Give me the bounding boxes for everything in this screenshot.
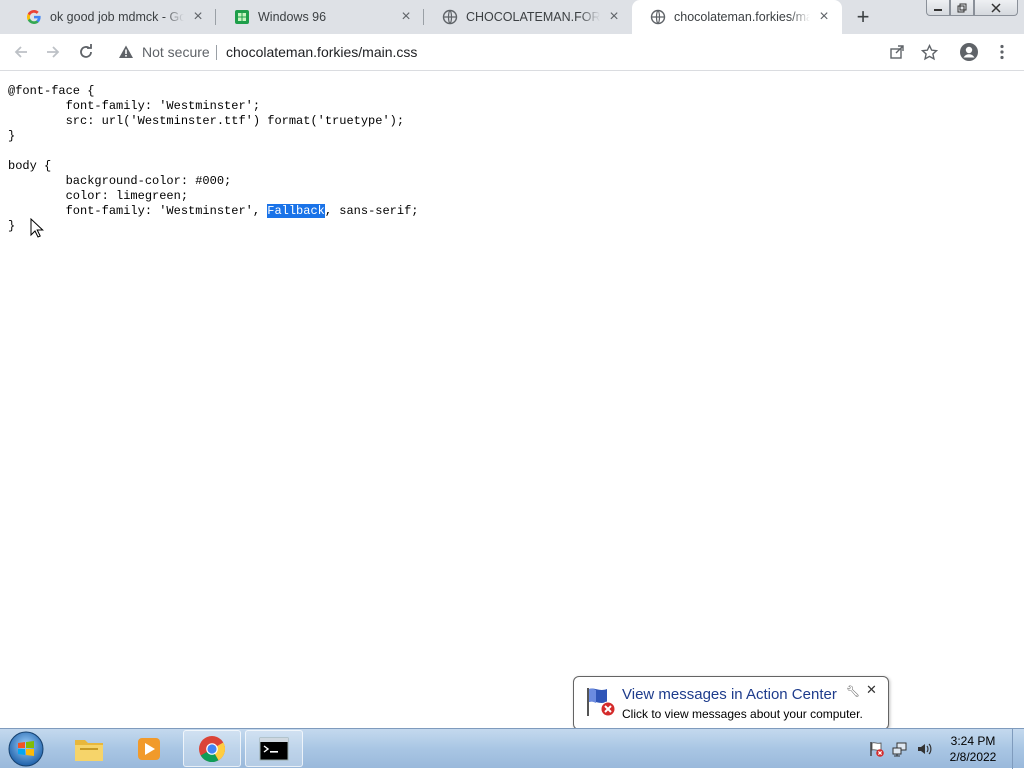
back-button[interactable] <box>8 39 34 65</box>
tab-close-icon[interactable]: × <box>816 8 832 25</box>
security-indicator[interactable]: Not secure <box>118 37 210 67</box>
show-desktop-button[interactable] <box>1012 729 1024 769</box>
tab-title: chocolateman.forkies/main <box>674 10 810 24</box>
page-content: @font-face { font-family: 'Westminster';… <box>0 71 1024 728</box>
restore-icon[interactable] <box>950 0 974 16</box>
taskbar-command-prompt[interactable] <box>245 730 303 767</box>
tab-title: ok good job mdmck - Goo <box>50 10 184 24</box>
tab-google[interactable]: ok good job mdmck - Goo × <box>8 0 216 34</box>
url-text[interactable]: chocolateman.forkies/main.css <box>226 37 417 67</box>
mouse-pointer-icon <box>30 218 44 238</box>
taskbar: 3:24 PM 2/8/2022 <box>0 728 1024 769</box>
balloon-close-icon[interactable]: ✕ <box>866 682 877 698</box>
system-tray <box>866 729 936 769</box>
tab-main-css[interactable]: chocolateman.forkies/main × <box>632 0 842 34</box>
css-source: @font-face { font-family: 'Westminster';… <box>8 84 418 234</box>
tab-chocolateman[interactable]: CHOCOLATEMAN.FORKIES × <box>424 0 632 34</box>
clock-time: 3:24 PM <box>950 734 996 748</box>
windows96-icon <box>234 9 250 25</box>
globe-icon <box>650 9 666 25</box>
window-controls <box>926 0 1018 16</box>
start-button[interactable] <box>6 730 46 768</box>
volume-icon[interactable] <box>912 741 936 757</box>
menu-dots-icon[interactable] <box>989 39 1015 65</box>
folder-icon <box>75 739 103 761</box>
clock-date: 2/8/2022 <box>949 750 997 764</box>
action-center-flag-tray-icon[interactable] <box>866 741 888 757</box>
chrome-icon <box>199 735 226 762</box>
arrow-right-icon <box>47 46 60 58</box>
tab-close-icon[interactable]: × <box>398 8 414 25</box>
tab-strip: ok good job mdmck - Goo × Windows 96 × C… <box>0 0 1024 34</box>
wrench-icon[interactable]: 🔧︎ <box>846 685 860 698</box>
security-label: Not secure <box>142 44 210 60</box>
windows-orb-icon <box>8 731 44 767</box>
balloon-text: Click to view messages about your comput… <box>622 707 863 721</box>
address-bar[interactable]: Not secure chocolateman.forkies/main.css <box>112 37 942 67</box>
minimize-icon[interactable] <box>926 0 950 16</box>
new-tab-button[interactable]: + <box>850 4 876 30</box>
bookmark-star-icon[interactable] <box>916 39 942 65</box>
reload-icon <box>80 44 92 58</box>
taskbar-chrome[interactable] <box>183 730 241 767</box>
action-center-balloon[interactable]: View messages in Action Center Click to … <box>573 676 889 730</box>
profile-avatar-icon[interactable] <box>956 39 982 65</box>
command-prompt-icon <box>259 737 289 760</box>
reload-button[interactable] <box>73 39 99 65</box>
tab-close-icon[interactable]: × <box>606 8 622 25</box>
tab-title: CHOCOLATEMAN.FORKIES <box>466 10 600 24</box>
tab-title: Windows 96 <box>258 10 327 24</box>
google-g-icon <box>26 9 42 25</box>
warning-triangle-icon <box>119 45 133 58</box>
code-before-selection: @font-face { font-family: 'Westminster';… <box>8 84 405 218</box>
arrow-left-icon <box>14 46 27 58</box>
action-center-flag-icon <box>587 688 616 717</box>
globe-icon <box>442 9 458 25</box>
tab-close-icon[interactable]: × <box>190 8 206 25</box>
taskbar-clock[interactable]: 3:24 PM 2/8/2022 <box>944 733 1002 765</box>
taskbar-media-player[interactable] <box>120 730 178 767</box>
tab-windows96[interactable]: Windows 96 × <box>216 0 424 34</box>
forward-button[interactable] <box>40 39 66 65</box>
media-player-icon <box>138 737 160 760</box>
taskbar-file-explorer[interactable] <box>60 730 118 767</box>
network-icon[interactable] <box>888 741 912 757</box>
selected-text: Fallback <box>267 204 325 218</box>
share-icon[interactable] <box>884 39 910 65</box>
browser-toolbar: Not secure chocolateman.forkies/main.css <box>0 34 1024 71</box>
close-window-icon[interactable] <box>974 0 1018 16</box>
balloon-title[interactable]: View messages in Action Center <box>622 686 837 703</box>
